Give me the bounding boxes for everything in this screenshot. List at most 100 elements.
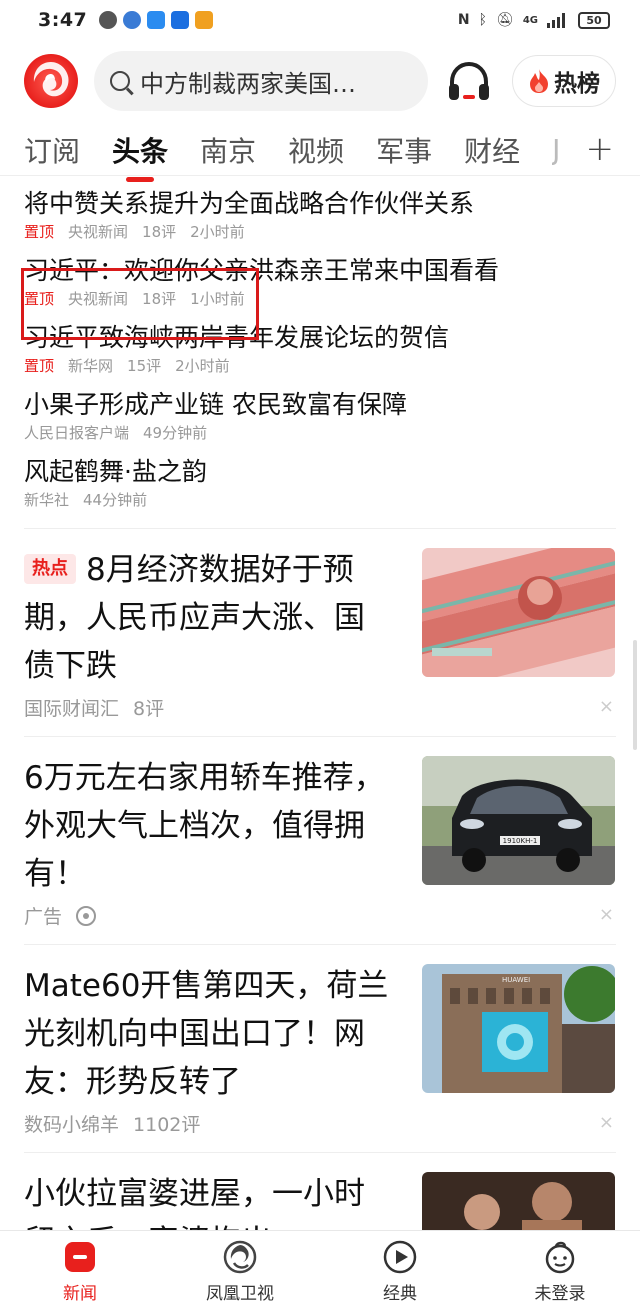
- news-comments: 15评: [127, 357, 162, 375]
- headphone-icon[interactable]: [446, 58, 492, 104]
- nav-label: 凤凰卫视: [206, 1284, 274, 1304]
- rmb-banknotes-image: [422, 548, 615, 677]
- news-icon: [65, 1242, 95, 1272]
- search-placeholder: 中方制裁两家美国…: [140, 69, 356, 98]
- phoenix-tv-icon: [223, 1240, 257, 1274]
- search-app-icon: [147, 11, 166, 29]
- add-channel-button[interactable]: +: [586, 132, 615, 166]
- phoenix-logo-icon[interactable]: [24, 54, 78, 108]
- hot-list-label: 热榜: [554, 71, 600, 97]
- news-meta: 新华社 44分钟前: [24, 490, 616, 510]
- card-source: 数码小绵羊: [24, 1114, 120, 1136]
- card-meta: 数码小绵羊 1102评: [24, 1110, 200, 1137]
- dismiss-icon[interactable]: ×: [599, 696, 614, 717]
- nav-news[interactable]: 新闻: [0, 1231, 160, 1306]
- nav-label: 未登录: [534, 1284, 586, 1304]
- news-source: 新华社: [24, 491, 70, 509]
- nav-label: 经典: [383, 1284, 417, 1304]
- tab-headlines[interactable]: 头条: [112, 130, 168, 170]
- pinned-badge: 置顶: [24, 223, 55, 241]
- card-title: 热点 8月经济数据好于预期，人民币应声大涨、国债下跌: [24, 546, 394, 690]
- ad-info-icon[interactable]: [76, 905, 97, 926]
- pinned-badge: 置顶: [24, 357, 55, 375]
- browser-app-icon: [171, 11, 190, 29]
- news-time: 2小时前: [175, 357, 230, 375]
- news-source: 新华网: [68, 357, 114, 375]
- news-source: 央视新闻: [68, 223, 129, 241]
- license-plate: 1910KH-1: [503, 837, 538, 845]
- news-title: 风起鹤舞·盐之韵: [24, 457, 207, 486]
- news-comments: 18评: [142, 223, 177, 241]
- card-source: 国际财闻汇: [24, 698, 120, 720]
- news-source: 人民日报客户端: [24, 424, 130, 442]
- card-title: 小伙拉富婆进屋，一小时留之后，富婆抱出: [24, 1176, 365, 1230]
- top-news-item[interactable]: 小果子形成产业链 农民致富有保障 人民日报客户端 49分钟前: [0, 387, 640, 454]
- search-bar[interactable]: 中方制裁两家美国…: [94, 51, 428, 111]
- channel-tabs: 订阅 头条 南京 视频 军事 财经 J +: [0, 124, 640, 176]
- app-notify-icon: [123, 11, 142, 29]
- news-title: 小果子形成产业链 农民致富有保障: [24, 390, 407, 419]
- hot-list-button[interactable]: 热榜: [512, 55, 616, 107]
- dismiss-icon[interactable]: ×: [599, 904, 614, 925]
- highlight-annotation-box: [21, 268, 259, 340]
- user-icon: [545, 1241, 575, 1274]
- scrollbar[interactable]: [633, 640, 637, 750]
- status-bar: 3:47 N ᛒ 🔕︎ 4G 50: [0, 0, 640, 40]
- battery-icon: 50: [578, 11, 610, 29]
- tab-nanjing[interactable]: 南京: [200, 130, 256, 170]
- bluetooth-icon: ᛒ: [478, 12, 488, 28]
- tab-subscribe[interactable]: 订阅: [24, 130, 80, 170]
- store-sign: HUAWEI: [502, 976, 530, 984]
- huawei-store-image: HUAWEI: [422, 964, 615, 1093]
- network-label: 4G: [522, 14, 538, 26]
- mute-icon: 🔕︎: [496, 12, 514, 28]
- divider: [24, 736, 616, 737]
- card-meta: 广告: [24, 902, 97, 929]
- notification-icons: [99, 11, 214, 29]
- play-icon: [383, 1240, 417, 1274]
- news-title: 将中赞关系提升为全面战略合作伙伴关系: [24, 189, 475, 218]
- signal-icon: [547, 13, 565, 28]
- nav-phoenix-tv[interactable]: 凤凰卫视: [160, 1231, 320, 1306]
- feed-card-ad[interactable]: 6万元左右家用轿车推荐，外观大气上档次，值得拥有！ 1910KH-1 广告 ×: [0, 754, 640, 954]
- tab-more-partial[interactable]: J: [552, 133, 568, 166]
- tab-finance[interactable]: 财经: [464, 130, 520, 170]
- dismiss-icon[interactable]: ×: [599, 1112, 614, 1133]
- news-time: 2小时前: [190, 223, 245, 241]
- divider: [24, 944, 616, 945]
- news-meta: 置顶 央视新闻 18评 2小时前: [24, 222, 616, 242]
- feed-card[interactable]: 热点 8月经济数据好于预期，人民币应声大涨、国债下跌 国际财闻汇 8评 ×: [0, 546, 640, 746]
- black-car-image: 1910KH-1: [422, 756, 615, 885]
- card-comments: 8评: [133, 698, 165, 720]
- divider: [24, 528, 616, 529]
- nfc-icon: N: [457, 12, 470, 28]
- nav-label: 新闻: [63, 1284, 97, 1304]
- drama-still-image: [422, 1172, 615, 1230]
- wechat-icon: [99, 11, 118, 29]
- tab-military[interactable]: 军事: [376, 130, 432, 170]
- news-time: 49分钟前: [143, 424, 208, 442]
- ad-label: 广告: [24, 906, 63, 928]
- card-title: Mate60开售第四天，荷兰光刻机向中国出口了！网友：形势反转了: [24, 968, 389, 1100]
- bottom-navigation: 新闻 凤凰卫视 经典 未登录: [0, 1230, 640, 1306]
- divider: [24, 1152, 616, 1153]
- flame-icon: [530, 69, 548, 93]
- news-meta: 人民日报客户端 49分钟前: [24, 423, 616, 443]
- card-title: 6万元左右家用轿车推荐，外观大气上档次，值得拥有！: [24, 760, 385, 892]
- top-news-item[interactable]: 风起鹤舞·盐之韵 新华社 44分钟前: [0, 454, 640, 521]
- top-news-list: 将中赞关系提升为全面战略合作伙伴关系 置顶 央视新闻 18评 2小时前 习近平：…: [0, 186, 640, 521]
- news-time: 44分钟前: [83, 491, 148, 509]
- top-news-item[interactable]: 将中赞关系提升为全面战略合作伙伴关系 置顶 央视新闻 18评 2小时前: [0, 186, 640, 253]
- card-meta: 国际财闻汇 8评: [24, 694, 164, 721]
- system-icons: N ᛒ 🔕︎ 4G 50: [457, 11, 610, 29]
- tab-video[interactable]: 视频: [288, 130, 344, 170]
- status-time: 3:47: [38, 9, 88, 31]
- feed-card[interactable]: 小伙拉富婆进屋，一小时留之后，富婆抱出: [0, 1170, 640, 1230]
- feed-card[interactable]: Mate60开售第四天，荷兰光刻机向中国出口了！网友：形势反转了 HUAWEI …: [0, 962, 640, 1162]
- notes-app-icon: [195, 11, 214, 29]
- nav-classic[interactable]: 经典: [320, 1231, 480, 1306]
- search-icon: [110, 71, 130, 91]
- hot-badge: 热点: [24, 554, 76, 584]
- nav-profile[interactable]: 未登录: [480, 1231, 640, 1306]
- card-comments: 1102评: [133, 1114, 201, 1136]
